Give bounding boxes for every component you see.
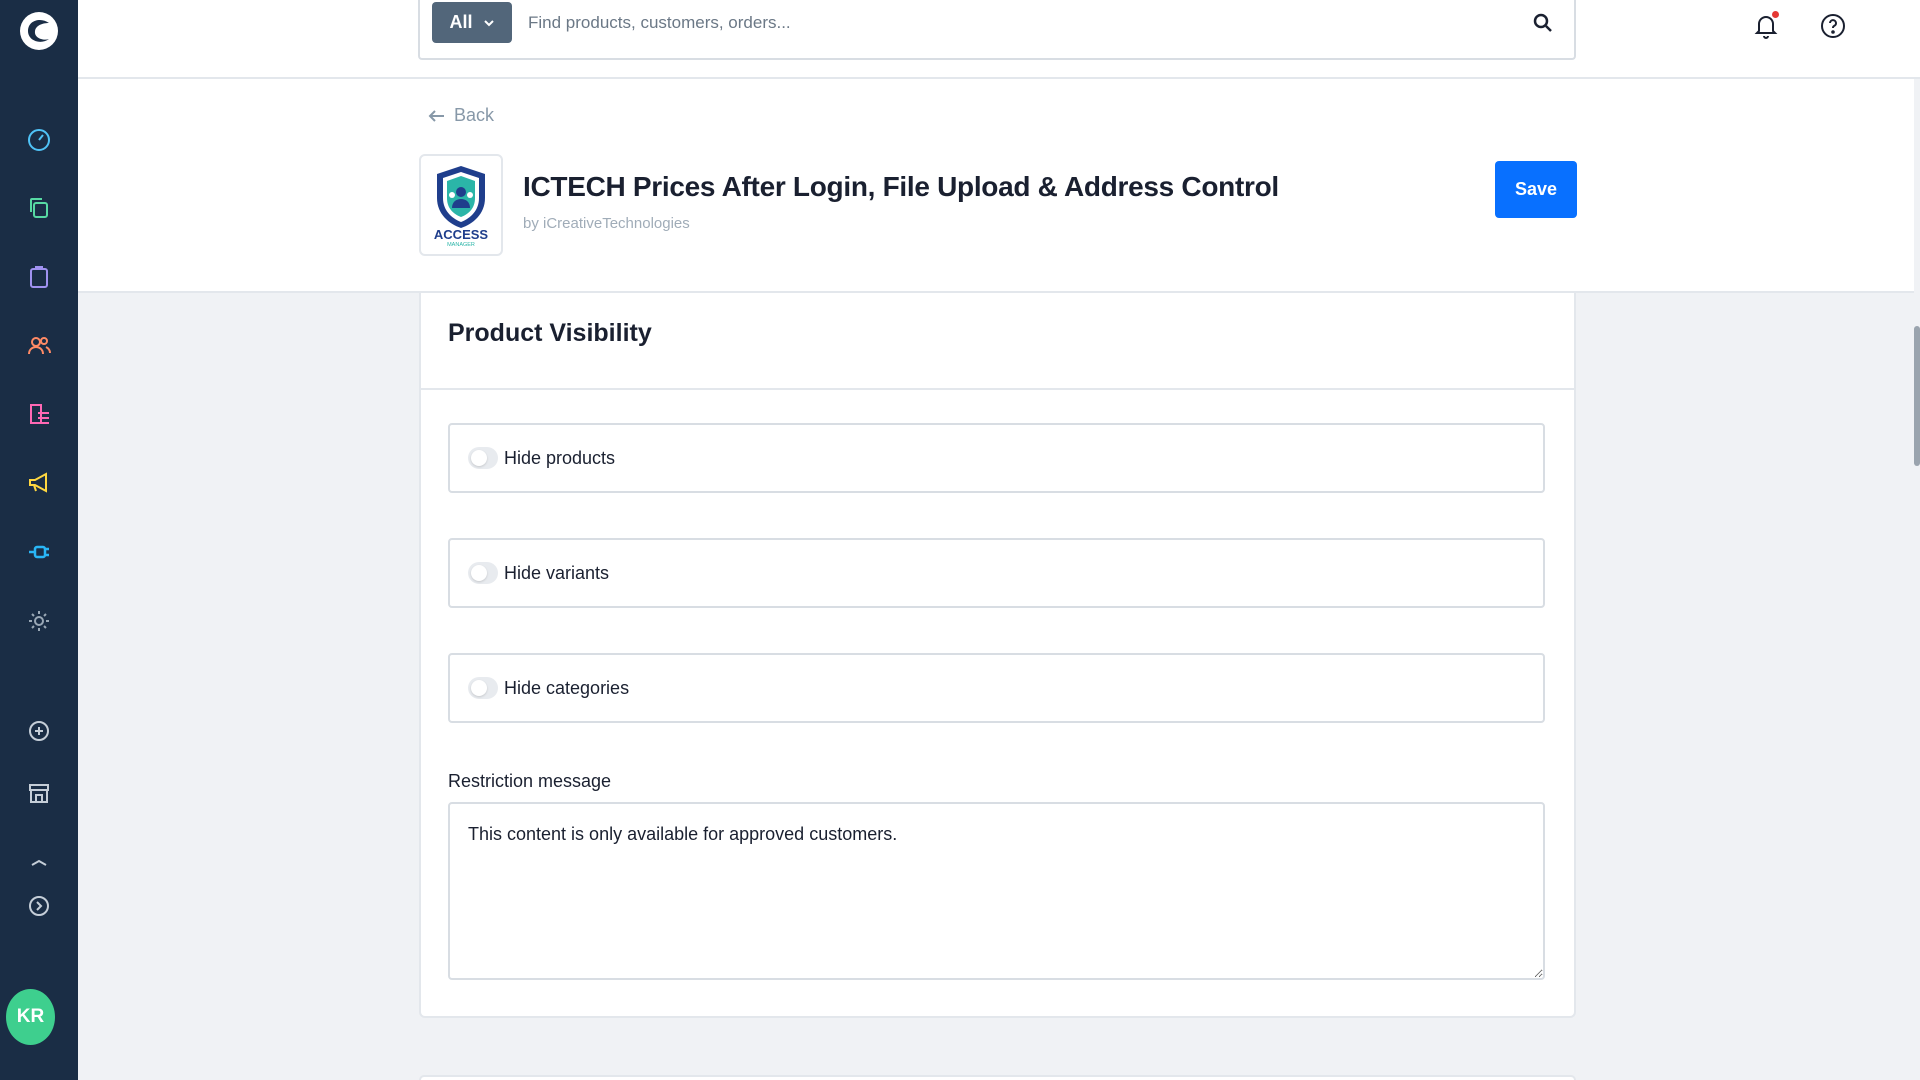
help-question-icon[interactable]	[1815, 8, 1851, 44]
hide-categories-label: Hide categories	[504, 677, 630, 698]
extensions-plug-icon[interactable]	[0, 530, 78, 574]
catalog-copy-icon[interactable]	[0, 186, 78, 230]
app-logo: ACCESS MANAGER	[419, 154, 503, 256]
search-filter-dropdown[interactable]: All	[432, 2, 512, 43]
dashboard-gauge-icon[interactable]	[0, 118, 78, 162]
search-filter-label: All	[449, 12, 473, 32]
collapse-up-icon[interactable]	[0, 838, 78, 882]
page-title: ICTECH Prices After Login, File Upload &…	[523, 171, 1279, 202]
back-label: Back	[454, 105, 495, 125]
restriction-message-textarea[interactable]: This content is only available for appro…	[448, 802, 1545, 980]
hide-variants-row[interactable]: Hide variants	[448, 538, 1545, 608]
top-bar: All	[78, 0, 1920, 79]
app-author: by iCreativeTechnologies	[523, 215, 690, 232]
storefront-shop-icon[interactable]	[0, 771, 78, 815]
user-avatar[interactable]: KR	[6, 989, 55, 1045]
back-link[interactable]: Back	[428, 105, 494, 126]
add-circle-icon[interactable]	[0, 709, 78, 753]
card-divider	[421, 388, 1574, 390]
hide-variants-toggle[interactable]	[468, 562, 498, 584]
notification-dot	[1772, 11, 1779, 18]
arrow-left-icon	[428, 109, 444, 122]
notifications-bell-icon[interactable]	[1748, 8, 1784, 44]
hide-variants-label: Hide variants	[504, 562, 610, 583]
next-card-edge	[419, 1075, 1576, 1080]
marketing-megaphone-icon[interactable]	[0, 461, 78, 505]
search-icon[interactable]	[1528, 8, 1558, 38]
page-header: Back ACCESS MANAGER ICTECH Prices After …	[78, 79, 1914, 293]
card-title: Product Visibility	[448, 319, 652, 347]
hide-categories-toggle[interactable]	[468, 677, 498, 699]
save-button[interactable]: Save	[1495, 161, 1577, 218]
settings-gear-icon[interactable]	[0, 599, 78, 643]
content-list-icon[interactable]	[0, 392, 78, 436]
app-logo-text: ACCESS	[434, 227, 489, 242]
sidebar: KR	[0, 0, 78, 1080]
customers-users-icon[interactable]	[0, 324, 78, 368]
hide-products-toggle[interactable]	[468, 447, 498, 469]
hide-categories-row[interactable]: Hide categories	[448, 653, 1545, 723]
product-visibility-card: Product Visibility Hide products Hide va…	[419, 293, 1576, 1018]
shopware-logo-icon[interactable]	[0, 0, 78, 62]
app-logo-subtext: MANAGER	[447, 242, 475, 248]
search-input[interactable]	[528, 4, 1488, 42]
hide-products-row[interactable]: Hide products	[448, 423, 1545, 493]
hide-products-label: Hide products	[504, 447, 616, 468]
avatar-initials: KR	[16, 1006, 45, 1027]
page-scrollbar[interactable]	[1914, 326, 1920, 466]
expand-arrow-icon[interactable]	[0, 884, 78, 928]
restriction-message-label: Restriction message	[448, 771, 612, 791]
chevron-down-icon	[483, 19, 494, 26]
orders-clipboard-icon[interactable]	[0, 255, 78, 299]
global-search: All	[418, 0, 1576, 60]
